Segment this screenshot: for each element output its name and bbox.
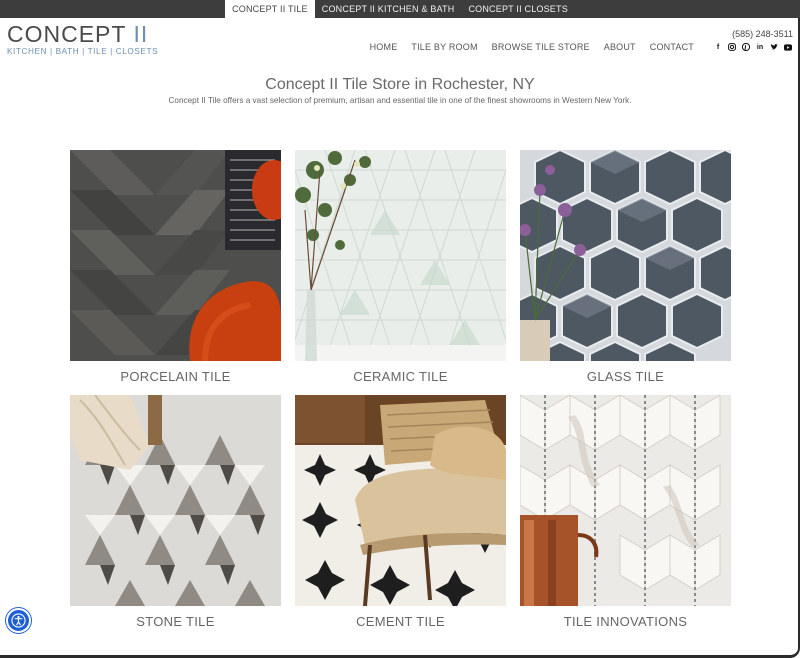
cement-tile-label[interactable]: CEMENT TILE	[295, 614, 506, 629]
nav-tile-by-room[interactable]: TILE BY ROOM	[411, 42, 477, 52]
category-glass-tile[interactable]: GLASS TILE	[520, 150, 731, 384]
accessibility-button[interactable]	[6, 608, 31, 633]
site-logo[interactable]: CONCEPT II KITCHEN | BATH | TILE | CLOSE…	[7, 22, 158, 56]
main-nav: HOME TILE BY ROOM BROWSE TILE STORE ABOU…	[370, 42, 694, 52]
instagram-icon[interactable]	[728, 43, 736, 51]
tile-innovations-label[interactable]: TILE INNOVATIONS	[520, 614, 731, 629]
linkedin-icon[interactable]: in	[756, 43, 764, 51]
facebook-icon[interactable]: f	[714, 43, 722, 51]
tab-concept-ii-tile[interactable]: CONCEPT II TILE	[225, 0, 315, 18]
ceramic-tile-image[interactable]	[295, 150, 506, 361]
phone-number[interactable]: (585) 248-3511	[732, 29, 793, 39]
glass-tile-label[interactable]: GLASS TILE	[520, 369, 731, 384]
porcelain-tile-label[interactable]: PORCELAIN TILE	[70, 369, 281, 384]
tab-kitchen-bath[interactable]: CONCEPT II KITCHEN & BATH	[315, 0, 462, 18]
ceramic-tile-label[interactable]: CERAMIC TILE	[295, 369, 506, 384]
twitter-icon[interactable]	[770, 43, 778, 51]
accessibility-icon	[11, 613, 26, 628]
stone-tile-label[interactable]: STONE TILE	[70, 614, 281, 629]
category-tile-innovations[interactable]: TILE INNOVATIONS	[520, 395, 731, 629]
category-ceramic-tile[interactable]: CERAMIC TILE	[295, 150, 506, 384]
category-cement-tile[interactable]: CEMENT TILE	[295, 395, 506, 629]
cement-tile-image[interactable]	[295, 395, 506, 606]
youtube-icon[interactable]	[784, 43, 792, 51]
logo-tagline: KITCHEN | BATH | TILE | CLOSETS	[7, 47, 159, 56]
glass-tile-image[interactable]	[520, 150, 731, 361]
tab-closets[interactable]: CONCEPT II CLOSETS	[461, 0, 574, 18]
nav-browse-tile-store[interactable]: BROWSE TILE STORE	[492, 42, 590, 52]
site-switcher-bar: CONCEPT II TILE CONCEPT II KITCHEN & BAT…	[0, 0, 800, 18]
page-subtitle: Concept II Tile offers a vast selection …	[168, 96, 632, 105]
category-stone-tile[interactable]: STONE TILE	[70, 395, 281, 629]
nav-contact[interactable]: CONTACT	[650, 42, 694, 52]
pinterest-icon[interactable]	[742, 43, 750, 51]
nav-about[interactable]: ABOUT	[604, 42, 636, 52]
nav-home[interactable]: HOME	[370, 42, 398, 52]
tile-innovations-image[interactable]	[520, 395, 731, 606]
category-porcelain-tile[interactable]: PORCELAIN TILE	[70, 150, 281, 384]
porcelain-tile-image[interactable]	[70, 150, 281, 361]
logo-wordmark: CONCEPT II	[7, 21, 149, 47]
page-title: Concept II Tile Store in Rochester, NY	[265, 76, 535, 93]
stone-tile-image[interactable]	[70, 395, 281, 606]
social-links: f in	[714, 43, 792, 51]
